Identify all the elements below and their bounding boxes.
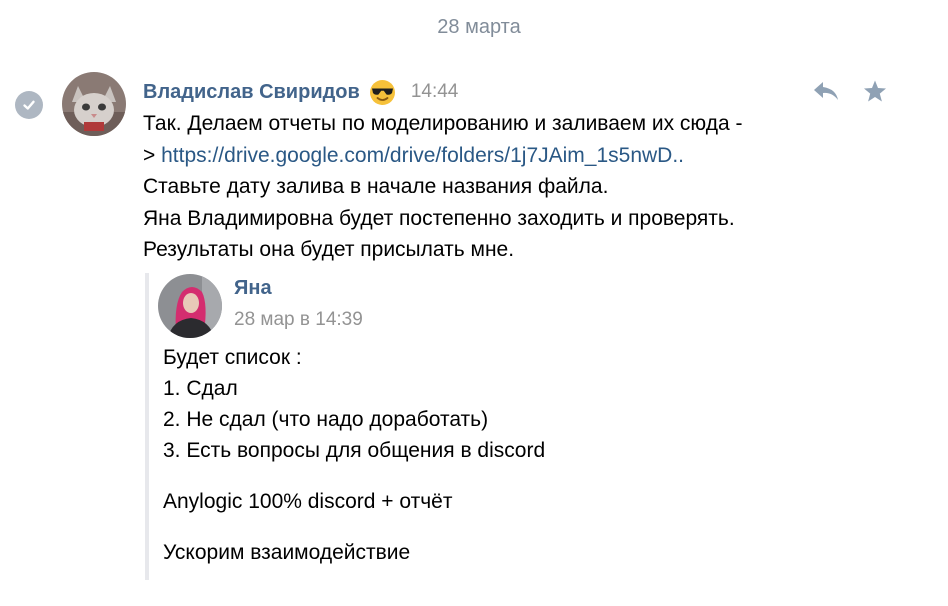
forwarded-date[interactable]: 28 мар в 14:39	[234, 309, 363, 331]
star-icon[interactable]	[862, 78, 888, 104]
author-name[interactable]: Владислав Свиридов	[143, 81, 360, 104]
forwarded-text: Будет список : 1. Сдал 2. Не сдал (что н…	[163, 342, 803, 568]
check-circle-icon[interactable]	[15, 91, 43, 119]
message-time[interactable]: 14:44	[411, 81, 459, 103]
reply-icon[interactable]	[811, 78, 841, 104]
message-line: Яна Владимировна будет постепенно заходи…	[143, 206, 735, 230]
forwarded-line: 1. Сдал	[163, 377, 238, 400]
forwarded-line: Ускорим взаимодействие	[163, 541, 411, 564]
forwarded-message-bar	[145, 273, 149, 580]
forwarded-line: 3. Есть вопросы для общения в discord	[163, 439, 546, 462]
sunglasses-emoji-icon	[369, 79, 396, 106]
message-text: Так. Делаем отчеты по моделированию и за…	[143, 108, 833, 266]
date-separator: 28 марта	[437, 16, 521, 38]
message-link-line: > https://drive.google.com/drive/folders…	[143, 140, 833, 172]
forwarded-author-name[interactable]: Яна	[234, 277, 272, 300]
message-line: Результаты она будет присылать мне.	[143, 238, 515, 261]
link-prefix: >	[143, 143, 162, 167]
message-header: Владислав Свиридов 14:44	[143, 78, 458, 106]
chat-history: 28 марта Владислав Свиридов 14:44 Так. Д…	[0, 0, 948, 606]
avatar[interactable]	[62, 72, 126, 136]
forwarded-avatar[interactable]	[158, 274, 222, 338]
forwarded-line: Будет список :	[163, 346, 302, 369]
drive-link[interactable]: https://drive.google.com/drive/folders/1…	[161, 144, 684, 167]
message-line: Ставьте дату залива в начале названия фа…	[143, 175, 609, 198]
forwarded-line: Anylogic 100% discord + отчёт	[163, 490, 453, 513]
forwarded-line: 2. Не сдал (что надо доработать)	[163, 408, 489, 431]
message-line: Так. Делаем отчеты по моделированию и за…	[143, 112, 743, 135]
